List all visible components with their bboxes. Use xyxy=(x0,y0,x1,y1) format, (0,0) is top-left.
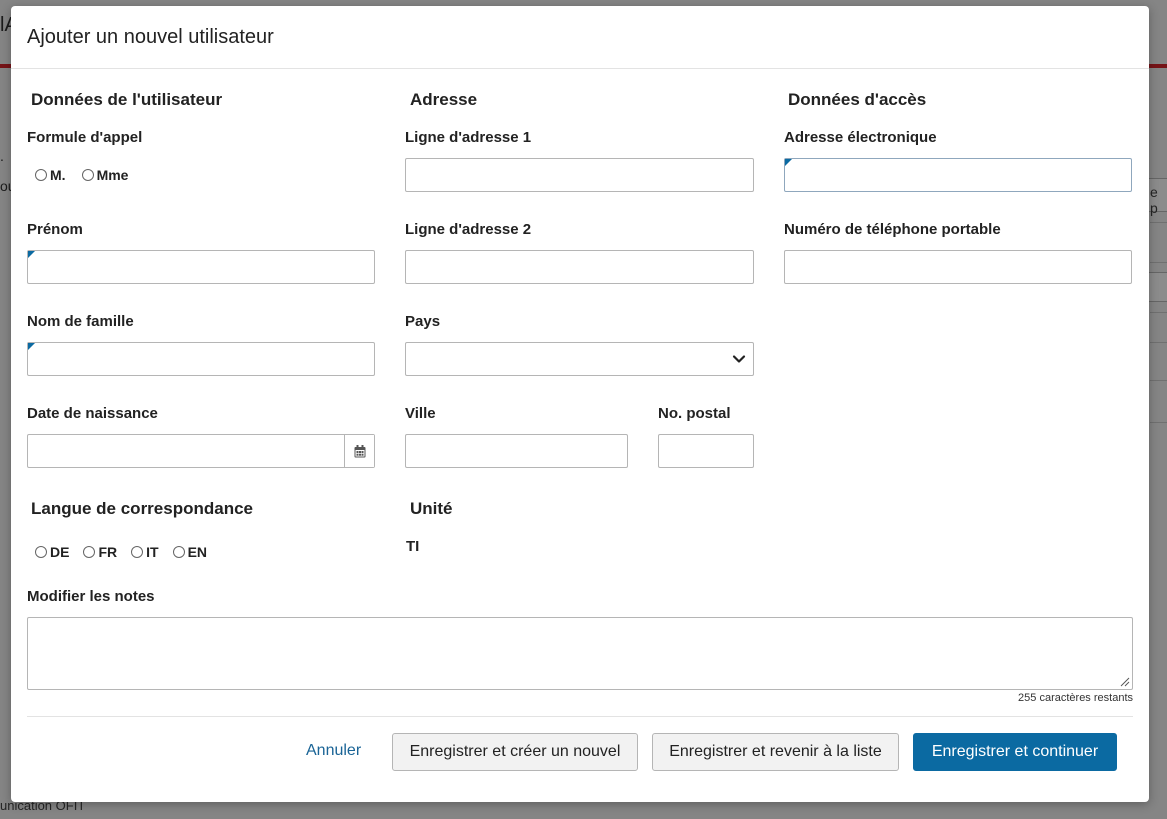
section-title-unit: Unité xyxy=(410,499,453,518)
address-line1-field[interactable] xyxy=(405,158,754,192)
add-user-modal: Ajouter un nouvel utilisateur Données de… xyxy=(11,6,1149,802)
salutation-option-mr[interactable]: M. xyxy=(35,167,66,183)
postal-code-label: No. postal xyxy=(658,405,731,422)
section-title-address: Adresse xyxy=(410,90,478,109)
radio-button[interactable] xyxy=(35,169,47,181)
language-option-en[interactable]: EN xyxy=(172,544,208,560)
birth-date-label: Date de naissance xyxy=(27,405,158,422)
address-line1-label: Ligne d'adresse 1 xyxy=(405,129,532,146)
radio-label: IT xyxy=(146,544,159,560)
unit-value: TI xyxy=(406,538,420,555)
email-field[interactable] xyxy=(784,158,1132,192)
city-field[interactable] xyxy=(405,434,628,468)
chars-remaining: 255 caractères restants xyxy=(1018,692,1133,704)
country-select[interactable] xyxy=(405,342,754,376)
modal-header: Ajouter un nouvel utilisateur xyxy=(11,6,1149,69)
city-label: Ville xyxy=(405,405,436,422)
radio-button[interactable] xyxy=(35,546,47,558)
mobile-phone-field[interactable] xyxy=(784,250,1132,284)
last-name-field[interactable] xyxy=(27,342,375,376)
country-label: Pays xyxy=(405,313,441,330)
cancel-button[interactable]: Annuler xyxy=(306,742,361,760)
save-and-return-button[interactable]: Enregistrer et revenir à la liste xyxy=(652,733,899,771)
section-title-access-data: Données d'accès xyxy=(788,90,927,109)
radio-label: FR xyxy=(98,544,118,560)
notes-label: Modifier les notes xyxy=(27,588,155,605)
salutation-label: Formule d'appel xyxy=(27,129,143,146)
radio-button[interactable] xyxy=(131,546,144,558)
footer-divider xyxy=(27,716,1133,717)
mobile-phone-label: Numéro de téléphone portable xyxy=(784,221,1001,238)
calendar-icon xyxy=(354,444,365,457)
resize-grip-icon[interactable] xyxy=(1120,677,1130,687)
calendar-button[interactable] xyxy=(344,435,374,467)
section-title-language: Langue de correspondance xyxy=(31,499,253,518)
radio-label: EN xyxy=(187,544,208,560)
radio-label: DE xyxy=(50,544,70,560)
address-line2-field[interactable] xyxy=(405,250,754,284)
first-name-field[interactable] xyxy=(27,250,375,284)
language-radio-group: DE FR IT EN xyxy=(35,544,221,560)
birth-date-field[interactable] xyxy=(27,434,375,468)
email-label: Adresse électronique xyxy=(784,129,937,146)
modal-title: Ajouter un nouvel utilisateur xyxy=(27,26,274,48)
chevron-down-icon xyxy=(732,355,746,363)
address-line2-label: Ligne d'adresse 2 xyxy=(405,221,532,238)
radio-label: Mme xyxy=(96,167,129,183)
section-title-user-data: Données de l'utilisateur xyxy=(31,90,223,109)
save-and-create-new-button[interactable]: Enregistrer et créer un nouvel xyxy=(392,733,638,771)
salutation-option-mrs[interactable]: Mme xyxy=(81,167,129,183)
radio-label: M. xyxy=(50,167,66,183)
last-name-label: Nom de famille xyxy=(27,313,134,330)
save-and-continue-button[interactable]: Enregistrer et continuer xyxy=(913,733,1117,771)
language-option-it[interactable]: IT xyxy=(131,544,159,560)
salutation-radio-group: M. Mme xyxy=(35,167,142,183)
notes-textarea[interactable] xyxy=(27,617,1133,690)
language-option-fr[interactable]: FR xyxy=(83,544,117,560)
first-name-label: Prénom xyxy=(27,221,83,238)
radio-button[interactable] xyxy=(81,169,94,181)
language-option-de[interactable]: DE xyxy=(35,544,69,560)
radio-button[interactable] xyxy=(172,546,185,558)
radio-button[interactable] xyxy=(83,546,96,558)
postal-code-field[interactable] xyxy=(658,434,754,468)
